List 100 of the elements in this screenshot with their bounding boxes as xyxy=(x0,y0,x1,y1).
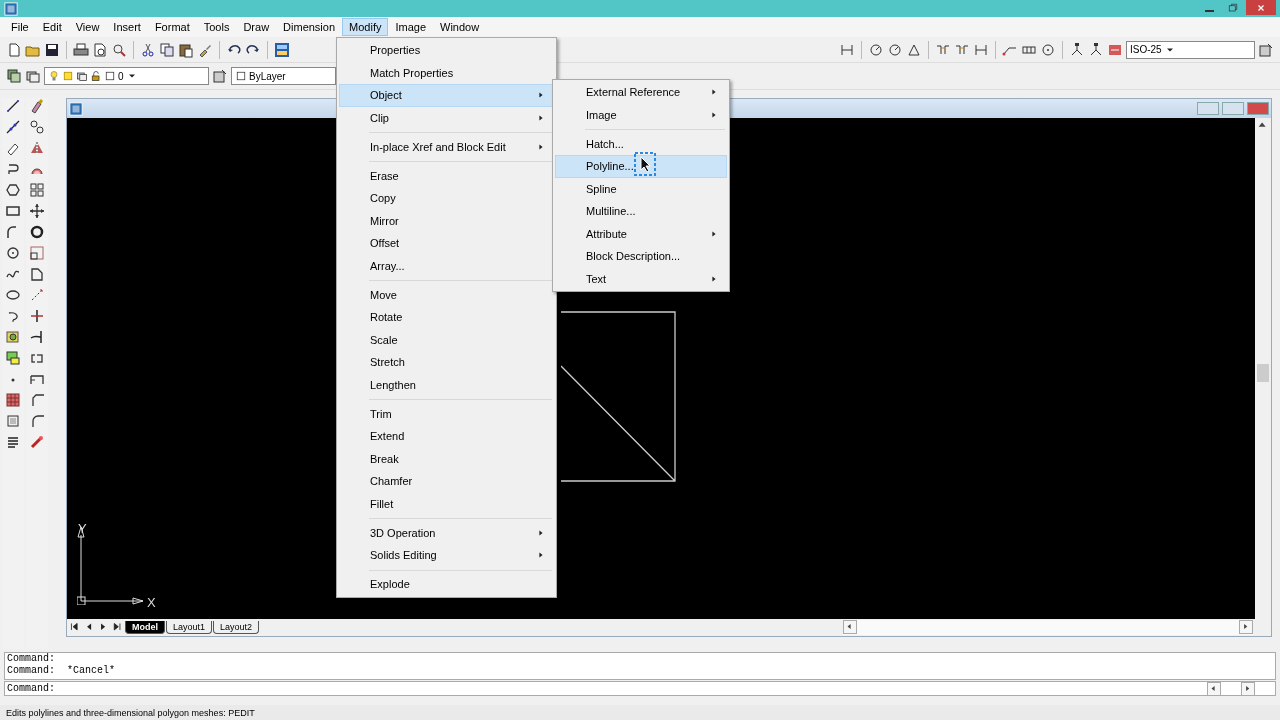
scroll-right-button[interactable] xyxy=(1239,620,1253,634)
menu-item[interactable]: Window xyxy=(433,18,487,36)
scroll-left-button[interactable] xyxy=(1207,681,1221,696)
hook-icon[interactable] xyxy=(5,161,21,177)
menu-option[interactable]: Multiline... xyxy=(555,200,727,223)
trim-icon[interactable] xyxy=(29,308,45,324)
menu-option[interactable]: Clip xyxy=(339,106,554,129)
menu-option[interactable]: Polyline... xyxy=(555,155,727,178)
menu-option[interactable]: Properties xyxy=(339,39,554,62)
menu-option[interactable]: Trim xyxy=(339,402,554,425)
insert-block-icon[interactable] xyxy=(5,329,21,345)
array-icon[interactable] xyxy=(29,182,45,198)
region-icon[interactable] xyxy=(5,413,21,429)
hatch-icon[interactable] xyxy=(5,392,21,408)
menu-option[interactable]: Mirror xyxy=(339,209,554,232)
menu-option[interactable]: Solids Editing xyxy=(339,544,554,567)
layout-tab[interactable]: Model xyxy=(125,621,165,634)
command-input[interactable]: Command: xyxy=(4,681,1276,696)
new-file-icon[interactable] xyxy=(6,41,22,58)
make-current-icon[interactable] xyxy=(1258,41,1274,58)
circle-icon[interactable] xyxy=(5,245,21,261)
layout-tab[interactable]: Layout1 xyxy=(166,621,213,634)
menu-option[interactable]: Text xyxy=(555,267,727,290)
layer-dropdown[interactable]: 0 xyxy=(44,67,209,85)
menu-option[interactable]: Array... xyxy=(339,254,554,277)
menu-option[interactable]: Move xyxy=(339,283,554,306)
menu-item[interactable]: Draw xyxy=(236,18,277,36)
eraser-icon[interactable] xyxy=(29,98,45,114)
scroll-thumb[interactable] xyxy=(1257,364,1269,382)
menu-option[interactable]: Lengthen xyxy=(339,373,554,396)
scroll-left-button[interactable] xyxy=(843,620,857,634)
menu-item[interactable]: Image xyxy=(388,18,434,36)
dim-style-dropdown[interactable]: ISO-25 xyxy=(1126,40,1255,59)
scale-icon[interactable] xyxy=(29,245,45,261)
circle-dimension-icon[interactable] xyxy=(887,41,903,58)
mirror-icon[interactable] xyxy=(29,140,45,156)
menu-option[interactable]: Extend xyxy=(339,425,554,448)
make-block-icon[interactable] xyxy=(5,350,21,366)
menu-option[interactable]: Block Description... xyxy=(555,245,727,268)
fillet-icon[interactable] xyxy=(29,413,45,429)
menu-option[interactable]: Scale xyxy=(339,328,554,351)
rotate-icon[interactable] xyxy=(29,224,45,240)
menu-option[interactable]: External Reference xyxy=(555,81,727,104)
layers-icon[interactable] xyxy=(6,68,22,84)
text-lines-icon[interactable] xyxy=(5,434,21,450)
explode-icon[interactable] xyxy=(29,434,45,450)
vertical-scrollbar[interactable] xyxy=(1255,118,1271,619)
scissors-icon[interactable] xyxy=(140,41,156,58)
menu-option[interactable]: Fillet xyxy=(339,492,554,515)
app-icon[interactable] xyxy=(4,1,18,16)
zoom-icon[interactable] xyxy=(111,41,127,58)
menu-item[interactable]: Insert xyxy=(106,18,148,36)
preview-icon[interactable] xyxy=(92,41,108,58)
stretch-icon[interactable] xyxy=(29,266,45,282)
menu-item[interactable]: File xyxy=(4,18,36,36)
copy-object-icon[interactable] xyxy=(29,119,45,135)
menu-option[interactable]: In-place Xref and Block Edit xyxy=(339,135,554,158)
center-mark-icon[interactable] xyxy=(1040,41,1056,58)
menu-option[interactable]: Erase xyxy=(339,164,554,187)
menu-option[interactable]: Object xyxy=(339,84,554,107)
horizontal-scrollbar[interactable] xyxy=(843,620,1253,635)
scroll-right-button[interactable] xyxy=(1241,681,1255,696)
make-current-icon[interactable] xyxy=(212,68,228,84)
circle-dimension-icon[interactable] xyxy=(868,41,884,58)
last-icon[interactable] xyxy=(111,621,124,634)
menu-option[interactable]: Rotate xyxy=(339,306,554,329)
menu-option[interactable]: Chamfer xyxy=(339,470,554,493)
paste-icon[interactable] xyxy=(178,41,194,58)
properties-icon[interactable] xyxy=(274,41,290,58)
menu-item[interactable]: Format xyxy=(147,18,197,36)
app-icon[interactable] xyxy=(69,101,83,116)
color-dropdown[interactable]: ByLayer xyxy=(231,67,336,85)
move-icon[interactable] xyxy=(29,203,45,219)
printer-icon[interactable] xyxy=(73,41,89,58)
rectangle-icon[interactable] xyxy=(5,203,21,219)
layout-tab[interactable]: Layout2 xyxy=(213,621,260,634)
menu-item[interactable]: Modify xyxy=(342,18,389,36)
menu-item[interactable]: View xyxy=(68,18,107,36)
menu-option[interactable]: Copy xyxy=(339,187,554,210)
menu-option[interactable]: Match Properties xyxy=(339,61,554,84)
ellipse-icon[interactable] xyxy=(5,287,21,303)
menu-option[interactable]: Explode xyxy=(339,573,554,596)
menu-item[interactable]: Dimension xyxy=(276,18,343,36)
layer-previous-icon[interactable] xyxy=(25,68,41,84)
menu-option[interactable]: Offset xyxy=(339,232,554,255)
menu-option[interactable]: Attribute xyxy=(555,222,727,245)
line-icon[interactable] xyxy=(5,98,21,114)
menu-option[interactable]: Spline xyxy=(555,177,727,200)
extend-icon[interactable] xyxy=(29,329,45,345)
copy-icon[interactable] xyxy=(159,41,175,58)
menu-option[interactable]: Break xyxy=(339,447,554,470)
menu-item[interactable]: Edit xyxy=(35,18,69,36)
menu-option[interactable]: 3D Operation xyxy=(339,521,554,544)
chamfer-icon[interactable] xyxy=(29,392,45,408)
construction-line-icon[interactable] xyxy=(5,119,21,135)
menu-option[interactable]: Hatch... xyxy=(555,132,727,155)
menu-item[interactable]: Tools xyxy=(196,18,237,36)
menu-option[interactable]: Image xyxy=(555,103,727,126)
polygon-icon[interactable] xyxy=(5,182,21,198)
save-icon[interactable] xyxy=(44,41,60,58)
